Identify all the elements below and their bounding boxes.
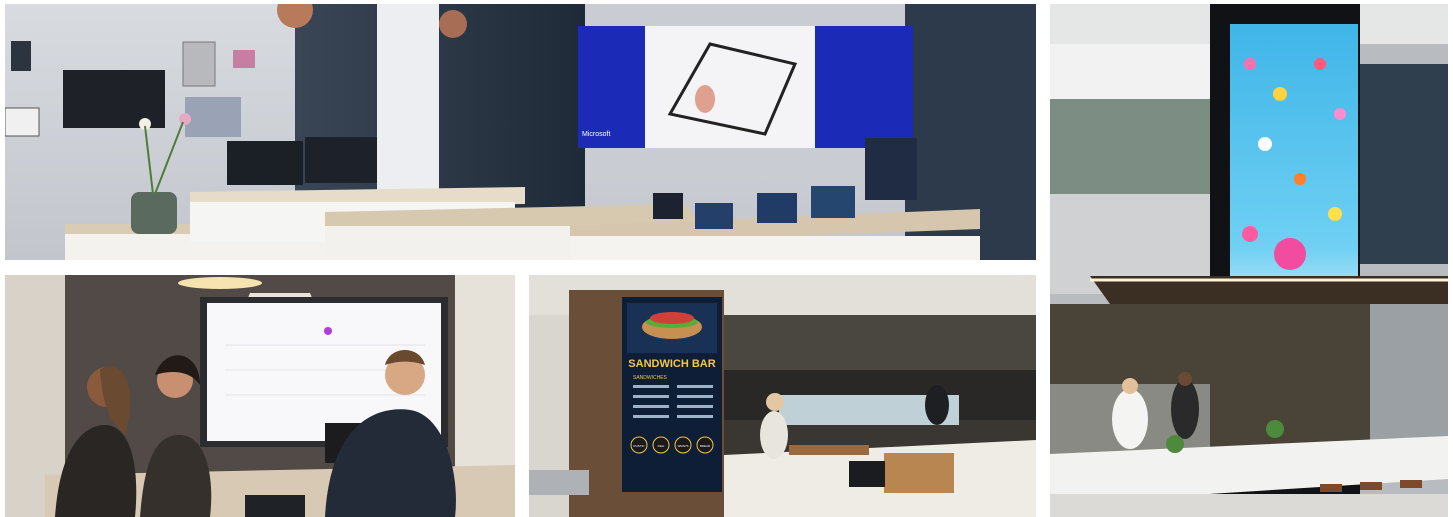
menu-section: SANDWICHES [633,375,668,381]
menu-item: RUSTIC [633,444,645,448]
brand-label: Microsoft [582,131,611,138]
photo-showroom: Microsoft [5,4,1036,260]
photo-meeting-room [5,275,515,517]
photo-sandwich-bar: SANDWICH BAR SANDWICHES RUSTIC DELI WRAP… [529,275,1036,517]
menu-item: BREAD [700,444,711,448]
photo-atrium [1050,4,1448,517]
menu-item: WRAPS [677,444,688,448]
menu-item: DELI [658,444,665,448]
menu-title: SANDWICH BAR [628,358,715,370]
